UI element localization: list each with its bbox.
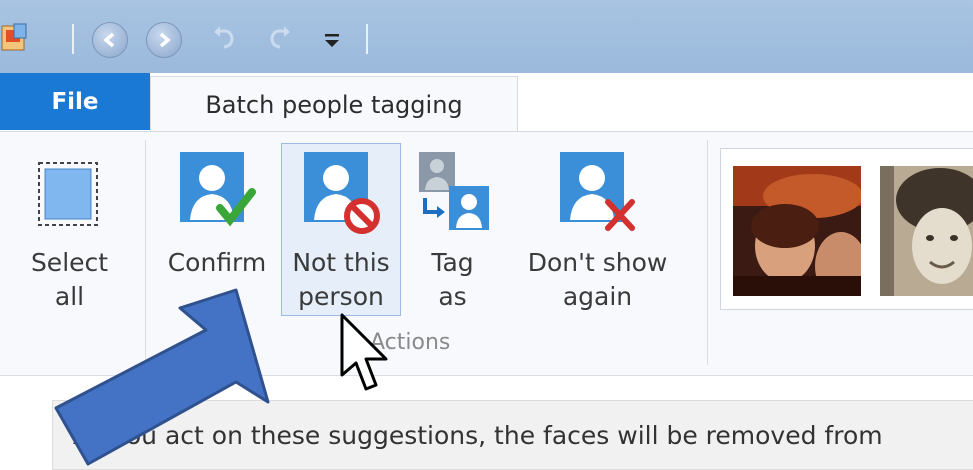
face-thumbnail[interactable] <box>733 166 867 300</box>
confirm-label: Confirm <box>167 248 267 277</box>
tab-batch-people-tagging[interactable]: Batch people tagging <box>150 76 518 132</box>
select-all-icon <box>38 162 98 226</box>
toolbar-separator <box>366 24 368 54</box>
not-this-person-button[interactable]: Not this person <box>281 143 401 316</box>
group-separator <box>707 140 708 365</box>
forward-icon <box>159 32 171 48</box>
redo-icon <box>270 26 290 49</box>
back-icon <box>103 32 115 48</box>
tab-file[interactable]: File <box>0 73 150 130</box>
annotation-arrow <box>54 288 270 466</box>
undo-icon <box>214 26 234 49</box>
dont-show-again-icon <box>560 152 635 231</box>
not-this-person-label: Not this person <box>292 248 390 311</box>
app-icon[interactable] <box>0 22 30 54</box>
not-this-person-icon <box>304 152 380 234</box>
toolbar-separator <box>72 24 74 54</box>
redo-button[interactable] <box>264 22 294 52</box>
dont-show-again-button[interactable]: Don't show again <box>510 150 685 320</box>
face-thumbnail[interactable] <box>880 166 973 296</box>
undo-button[interactable] <box>210 22 240 52</box>
customize-caret-icon <box>325 34 339 47</box>
forward-button[interactable] <box>146 22 182 58</box>
confirm-icon <box>180 152 256 227</box>
customize-toolbar-button[interactable] <box>320 28 344 52</box>
dont-show-again-label: Don't show again <box>527 248 668 311</box>
back-button[interactable] <box>92 22 128 58</box>
tag-as-button[interactable]: Tag as <box>405 150 500 320</box>
tag-as-label: Tag as <box>431 248 474 311</box>
tag-as-icon <box>419 152 489 230</box>
mouse-cursor-icon <box>340 313 388 391</box>
